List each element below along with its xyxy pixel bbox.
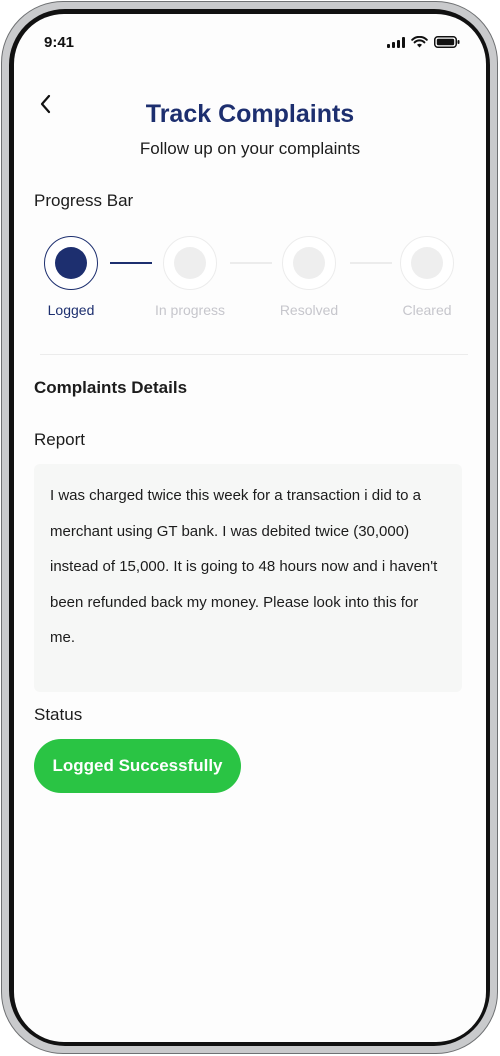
status-label: Status xyxy=(34,705,83,724)
page-title: Track Complaints xyxy=(145,100,355,128)
status-icons xyxy=(387,36,460,48)
step-indicator xyxy=(44,236,98,290)
step-label: Cleared xyxy=(402,302,452,318)
step-indicator xyxy=(400,236,454,290)
signal-icon xyxy=(387,36,405,48)
step-label: Resolved xyxy=(279,302,339,318)
progress-heading: Progress Bar xyxy=(34,191,134,210)
step-in-progress: In progress xyxy=(150,236,230,318)
status-badge[interactable]: Logged Successfully xyxy=(34,739,241,793)
step-logged: Logged xyxy=(31,236,111,318)
app-screen: 9:41 Track Complaints Follow up on your … xyxy=(14,14,486,1042)
step-indicator xyxy=(163,236,217,290)
status-time: 9:41 xyxy=(44,34,75,51)
step-label: Logged xyxy=(47,302,95,318)
step-label: In progress xyxy=(154,302,226,318)
step-cleared: Cleared xyxy=(387,236,467,318)
step-resolved: Resolved xyxy=(269,236,349,318)
report-box: I was charged twice this week for a tran… xyxy=(34,464,462,692)
battery-icon xyxy=(434,36,460,48)
progress-connector xyxy=(230,262,272,264)
progress-connector xyxy=(350,262,392,264)
step-indicator xyxy=(282,236,336,290)
report-text: I was charged twice this week for a tran… xyxy=(50,487,438,646)
wifi-icon xyxy=(411,36,428,48)
progress-connector xyxy=(110,262,152,264)
status-bar: 9:41 xyxy=(14,14,486,66)
details-heading: Complaints Details xyxy=(34,378,188,397)
page-subtitle: Follow up on your complaints xyxy=(139,139,361,158)
report-label: Report xyxy=(34,430,86,449)
progress-steps: Logged In progress Resolved Cleared xyxy=(14,236,486,326)
section-divider xyxy=(40,354,468,355)
